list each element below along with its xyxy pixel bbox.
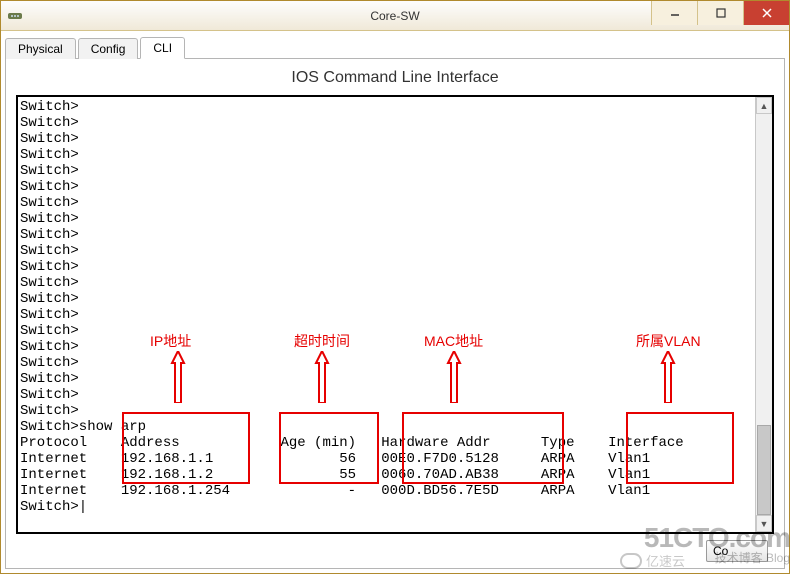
scroll-up-arrow[interactable]: ▲ [756,97,772,114]
watermark-yisu: 亿速云 [620,551,685,570]
terminal-scrollbar[interactable]: ▲ ▼ [755,97,772,532]
app-window: Core-SW Physical Config CLI IOS Command … [0,0,790,574]
scroll-track[interactable] [756,114,772,515]
content-area: Physical Config CLI IOS Command Line Int… [1,31,789,573]
tab-body-cli: IOS Command Line Interface Switch> Switc… [5,59,785,569]
window-title: Core-SW [370,9,419,23]
terminal-container: Switch> Switch> Switch> Switch> Switch> … [16,95,774,534]
tab-cli[interactable]: CLI [140,37,185,59]
window-controls [651,1,789,30]
cloud-icon [620,553,642,569]
maximize-button[interactable] [697,1,743,25]
cli-heading: IOS Command Line Interface [16,69,774,87]
terminal-output[interactable]: Switch> Switch> Switch> Switch> Switch> … [18,97,772,517]
tab-config[interactable]: Config [78,38,139,59]
tab-physical[interactable]: Physical [5,38,76,59]
app-icon [7,8,23,24]
titlebar: Core-SW [1,1,789,31]
tab-row: Physical Config CLI [5,35,785,59]
close-button[interactable] [743,1,789,25]
minimize-button[interactable] [651,1,697,25]
scroll-thumb[interactable] [757,425,771,515]
